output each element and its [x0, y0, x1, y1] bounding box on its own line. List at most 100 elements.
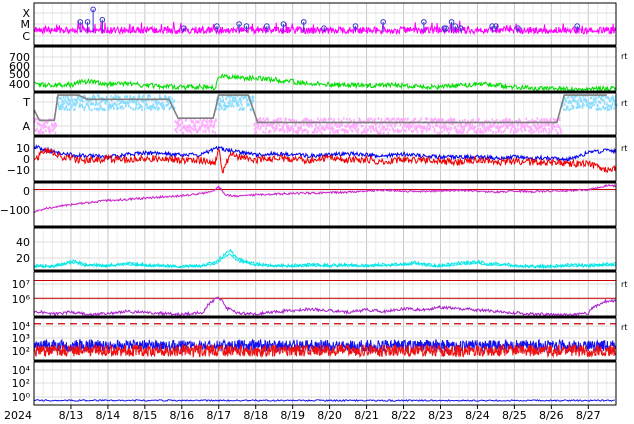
- sector-point-away: [388, 128, 391, 132]
- sector-point-away: [319, 129, 321, 133]
- dst-tick-label: 0: [23, 185, 30, 198]
- sector-point-away: [338, 125, 341, 129]
- sector-point-toward: [71, 99, 74, 102]
- sector-point-away: [492, 130, 494, 134]
- sector-point-away: [478, 117, 480, 121]
- sector-point-toward: [581, 106, 584, 110]
- sector-point-away: [539, 119, 542, 122]
- sector-point-toward: [138, 102, 140, 106]
- xray-line: [33, 399, 615, 403]
- sector-point-away: [422, 129, 424, 133]
- sector-point-toward: [144, 107, 146, 111]
- sector-point-toward: [579, 105, 582, 108]
- sector-point-away: [179, 128, 182, 132]
- x-tick-label: 8/27: [576, 409, 601, 422]
- sector-point-toward: [598, 107, 601, 111]
- sector-point-away: [42, 124, 44, 127]
- sector-point-away: [340, 128, 343, 132]
- sector-point-away: [300, 128, 303, 131]
- sector-point-away: [515, 130, 518, 133]
- sector-point-away: [521, 129, 523, 133]
- proton-flux-tick-label: 10⁶: [12, 293, 31, 306]
- sector-point-away: [175, 130, 178, 134]
- sector-point-away: [365, 131, 368, 134]
- sector-point-toward: [566, 105, 569, 108]
- sector-point-toward: [169, 96, 171, 99]
- sector-point-away: [275, 124, 278, 127]
- sector-point-away: [337, 129, 340, 132]
- sector-point-toward: [233, 99, 236, 103]
- sector-point-away: [491, 118, 494, 121]
- sector-point-toward: [77, 96, 80, 100]
- sector-point-away: [553, 125, 556, 129]
- flare-class-tick-label: C: [22, 30, 30, 43]
- sector-point-toward: [229, 99, 231, 102]
- sector-point-away: [483, 123, 485, 127]
- sector-point-away: [207, 127, 210, 130]
- density-tick-label: 20: [16, 252, 30, 265]
- sector-point-away: [323, 117, 326, 120]
- sector-point-away: [36, 127, 38, 131]
- sector-point-away: [525, 117, 528, 121]
- sector-point-toward: [163, 105, 165, 109]
- sector-point-away: [385, 128, 387, 131]
- sector-point-away: [501, 125, 503, 128]
- sector-point-toward: [116, 104, 118, 107]
- sector-point-away: [535, 126, 538, 130]
- sector-point-away: [353, 118, 355, 122]
- sector-point-away: [278, 123, 281, 127]
- sector-point-toward: [69, 99, 72, 102]
- sector-point-away: [369, 127, 372, 130]
- sector-point-away: [189, 125, 192, 129]
- sector-point-away: [283, 122, 285, 126]
- sector-point-away: [487, 126, 489, 130]
- sector-point-toward: [117, 95, 120, 99]
- sector-point-away: [536, 117, 539, 120]
- sector-point-away: [489, 129, 492, 132]
- sector-point-toward: [97, 108, 100, 112]
- sector-point-toward: [219, 97, 222, 101]
- sector-point-toward: [593, 103, 596, 107]
- sector-point-toward: [99, 105, 102, 108]
- sector-point-away: [393, 125, 396, 128]
- sector-point-toward: [59, 97, 61, 100]
- sector-point-away: [354, 127, 357, 130]
- sector-point-away: [322, 126, 324, 129]
- sector-point-toward: [73, 98, 76, 101]
- sector-point-toward: [142, 94, 145, 98]
- sector-point-toward: [171, 97, 174, 100]
- sector-point-toward: [231, 103, 233, 106]
- sector-point-away: [555, 129, 557, 132]
- sector-point-toward: [228, 104, 230, 108]
- sector-point-away: [48, 126, 51, 130]
- sector-point-toward: [158, 107, 160, 110]
- sector-point-away: [414, 124, 417, 128]
- sector-point-toward: [231, 100, 233, 103]
- sector-point-away: [209, 123, 212, 126]
- sector-point-away: [552, 127, 554, 131]
- sector-point-away: [512, 122, 514, 126]
- sector-point-toward: [149, 95, 151, 98]
- sector-point-toward: [243, 107, 245, 110]
- sector-point-toward: [65, 95, 67, 99]
- sector-point-away: [174, 120, 177, 123]
- sector-point-toward: [57, 101, 60, 105]
- sector-point-away: [373, 129, 375, 132]
- sector-point-toward: [591, 101, 594, 105]
- sector-point-toward: [250, 108, 253, 112]
- sector-point-away: [524, 125, 527, 129]
- sector-point-away: [512, 131, 515, 135]
- sector-point-away: [300, 123, 303, 127]
- sector-point-away: [534, 126, 536, 129]
- sector-point-toward: [599, 101, 601, 105]
- sector-point-away: [286, 123, 288, 126]
- sector-point-away: [185, 128, 188, 132]
- sector-point-away: [537, 127, 539, 131]
- sector-point-toward: [237, 100, 240, 103]
- sector-point-away: [461, 131, 463, 134]
- sector-point-away: [289, 128, 292, 132]
- sector-point-toward: [613, 107, 616, 110]
- sector-point-away: [517, 129, 519, 132]
- sector-point-away: [328, 118, 330, 121]
- sector-point-toward: [228, 95, 230, 99]
